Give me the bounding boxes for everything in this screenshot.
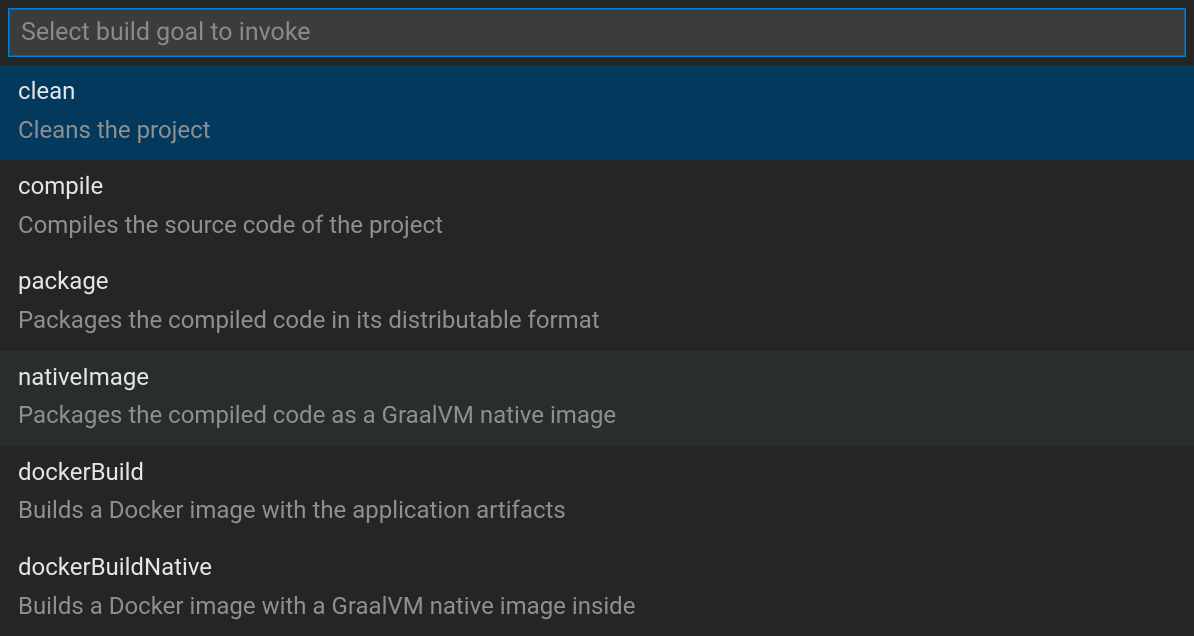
item-label: dockerBuildNative <box>18 551 1176 585</box>
item-description: Compiles the source code of the project <box>18 209 1176 243</box>
item-description: Cleans the project <box>18 114 1176 148</box>
item-label: package <box>18 265 1176 299</box>
list-item[interactable]: nativeImage Packages the compiled code as… <box>0 351 1194 446</box>
item-description: Packages the compiled code as a GraalVM … <box>18 399 1176 433</box>
item-description: Builds a Docker image with the applicati… <box>18 494 1176 528</box>
input-container <box>0 0 1194 65</box>
list-item[interactable]: dockerBuild Builds a Docker image with th… <box>0 446 1194 541</box>
item-label: nativeImage <box>18 361 1176 395</box>
item-label: dockerBuild <box>18 456 1176 490</box>
item-label: compile <box>18 170 1176 204</box>
item-label: clean <box>18 75 1176 109</box>
list-item[interactable]: package Packages the compiled code in its… <box>0 255 1194 350</box>
list-item[interactable]: dockerBuildNative Builds a Docker image w… <box>0 541 1194 636</box>
item-description: Packages the compiled code in its distri… <box>18 304 1176 338</box>
quickpick-panel: clean Cleans the project compile Compiles t… <box>0 0 1194 608</box>
list-item[interactable]: compile Compiles the source code of the p… <box>0 160 1194 255</box>
list-item[interactable]: clean Cleans the project <box>0 65 1194 160</box>
item-description: Builds a Docker image with a GraalVM nat… <box>18 590 1176 624</box>
build-goal-input[interactable] <box>9 9 1185 56</box>
build-goals-list: clean Cleans the project compile Compiles t… <box>0 65 1194 636</box>
